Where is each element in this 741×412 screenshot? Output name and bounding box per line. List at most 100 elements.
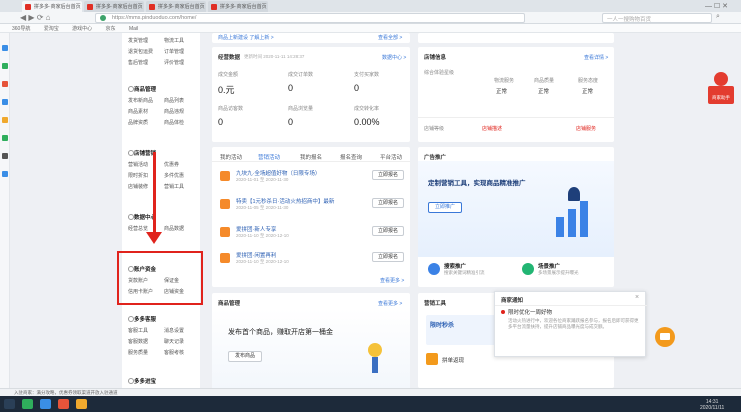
stat-label: 支付买家数 <box>354 72 380 78</box>
close-icon[interactable]: × <box>635 294 639 301</box>
nav-item[interactable]: 限时折扣 <box>128 172 164 179</box>
nav-item[interactable]: 营销活动 <box>128 161 164 168</box>
bookmark-item[interactable]: 京东 <box>106 25 116 32</box>
taskbar-app-icon[interactable] <box>22 399 33 409</box>
sidebar-app-icon[interactable] <box>2 171 8 177</box>
sidebar-app-icon[interactable] <box>2 135 8 141</box>
nav-item[interactable]: 经营总览 <box>128 225 164 232</box>
tab-label: 拼多多·商家后台首页 <box>96 4 143 10</box>
popup-title: 商家通知 <box>501 298 524 304</box>
update-time: 更新时间 2020-11-11 14:28:37 <box>244 54 305 59</box>
ad-item-name[interactable]: 搜索推广 <box>444 262 466 270</box>
nav-item[interactable]: 优惠券 <box>164 161 200 168</box>
nav-item[interactable]: 客服数据 <box>128 338 164 345</box>
tab-bar: 拼多多·商家后台首页 拼多多·商家后台首页 拼多多·商家后台首页 拼多多·商家后… <box>0 0 741 12</box>
nav-item[interactable]: 订单管理 <box>164 48 200 55</box>
nav-item[interactable]: 商品数据 <box>164 225 200 232</box>
sidebar-app-icon[interactable] <box>2 99 8 105</box>
start-icon[interactable] <box>4 399 15 409</box>
chat-icon[interactable] <box>655 327 675 347</box>
stat-label: 成交金额 <box>218 72 239 78</box>
nav-item[interactable]: 品牌资质 <box>128 119 164 126</box>
nav-item[interactable]: 商品违规 <box>164 108 200 115</box>
browser-tab[interactable]: 拼多多·商家后台首页 <box>208 1 268 12</box>
stat-value: 0.00% <box>354 117 380 127</box>
panel-title: 营销工具 <box>424 301 447 307</box>
signup-button[interactable]: 立即报名 <box>372 170 404 180</box>
popup-body: 活动火热进行中，欢迎各位商家踊跃报名参与，报名后即可获得更多平台流量扶持，提升店… <box>508 318 639 329</box>
divider <box>495 305 647 306</box>
taskbar-app-icon[interactable] <box>76 399 87 409</box>
tab-my-activities[interactable]: 我的活动 <box>220 153 242 161</box>
bookmark-item[interactable]: 爱淘宝 <box>44 25 59 32</box>
nav-item[interactable]: 商品素材 <box>128 108 164 115</box>
bookmark-item[interactable]: Mail <box>129 26 138 32</box>
notice-link[interactable]: 商品上新建设 了解上新 > <box>218 34 274 41</box>
bookmarks-bar: 360导航 爱淘宝 游戏中心 京东 Mail <box>0 24 741 33</box>
promote-now-button[interactable]: 立即推广 <box>428 202 462 213</box>
sidebar-app-icon[interactable] <box>2 117 8 123</box>
browser-tab[interactable]: 拼多多·商家后台首页 <box>84 1 144 12</box>
signup-button[interactable]: 立即报名 <box>372 198 404 208</box>
nav-item[interactable]: 发布新商品 <box>128 97 164 104</box>
system-clock[interactable]: 14:31 2020/11/11 <box>700 399 724 411</box>
nav-item[interactable]: 退货包运费 <box>128 48 164 55</box>
activity-title[interactable]: 爱拼团·新人专享 <box>236 225 276 233</box>
nav-item[interactable]: 消息设置 <box>164 327 200 334</box>
browser-tab[interactable]: 拼多多·商家后台首页 <box>146 1 206 12</box>
nav-item[interactable]: 服务质量 <box>128 349 164 356</box>
nav-item[interactable]: 商品列表 <box>164 97 200 104</box>
taskbar-app-icon[interactable] <box>58 399 69 409</box>
activity-title[interactable]: 特卖【1元秒杀日·活动火热招商中】最新 <box>236 197 334 205</box>
nav-item[interactable]: 客服考核 <box>164 349 200 356</box>
browser-tab[interactable]: 拼多多·商家后台首页 <box>22 1 82 12</box>
ad-item-name[interactable]: 场景推广 <box>538 262 560 270</box>
assistant-avatar-icon[interactable] <box>714 72 728 86</box>
nav-item[interactable]: 评价管理 <box>164 59 200 66</box>
tool-name[interactable]: 限时秒杀 <box>430 320 454 329</box>
nav-item[interactable]: 客服工具 <box>128 327 164 334</box>
signup-button[interactable]: 立即报名 <box>372 226 404 236</box>
nav-item[interactable]: 售后管理 <box>128 59 164 66</box>
sidebar-app-icon[interactable] <box>2 45 8 51</box>
activity-title[interactable]: 爱拼团·闲置再利 <box>236 251 276 259</box>
tab-my-signups[interactable]: 我的报名 <box>300 153 322 161</box>
nav-item[interactable]: 营销工具 <box>164 183 200 190</box>
sidebar-app-icon[interactable] <box>2 63 8 69</box>
ads-panel: 广告推广 定制营销工具，实现商品精准推广 立即推广 搜索推广 搜索关键词精准引流… <box>418 147 614 287</box>
taskbar-app-icon[interactable] <box>40 399 51 409</box>
sidebar-app-icon[interactable] <box>2 81 8 87</box>
activities-more-link[interactable]: 查看更多 > <box>380 277 404 284</box>
divider <box>212 161 410 162</box>
notice-more-link[interactable]: 查看全部 > <box>378 34 402 41</box>
search-icon[interactable]: ⌕ <box>716 13 720 21</box>
popup-item-title[interactable]: 限时优化一周好物 <box>508 308 552 316</box>
nav-item[interactable]: 物流工具 <box>164 37 200 44</box>
bookmark-item[interactable]: 游戏中心 <box>72 25 92 32</box>
nav-item[interactable]: 店铺装修 <box>128 183 164 190</box>
goods-more-link[interactable]: 查看更多 > <box>378 300 402 307</box>
window-controls[interactable]: — ☐ ✕ <box>705 2 728 10</box>
tab-signup-query[interactable]: 报名查询 <box>340 153 362 161</box>
panel-title: 店铺信息 <box>424 55 447 61</box>
tab-platform[interactable]: 平台活动 <box>380 153 402 161</box>
nav-item[interactable]: 多件优惠 <box>164 172 200 179</box>
browser-search-input[interactable]: 一人一搜购物百货 <box>602 13 712 23</box>
publish-goods-button[interactable]: 发布商品 <box>228 351 262 362</box>
tab-marketing[interactable]: 营销活动 <box>258 153 280 161</box>
nav-arrows-icon[interactable]: ◀ ▶ ⟳ ⌂ <box>20 13 51 22</box>
nav-item[interactable]: 聊天记录 <box>164 338 200 345</box>
url-input[interactable]: https://mms.pinduoduo.com/home/ <box>95 13 525 23</box>
sidebar-app-icon[interactable] <box>2 153 8 159</box>
data-center-link[interactable]: 数据中心 > <box>382 54 406 61</box>
browser-sidebar <box>0 33 10 388</box>
merchant-assistant-button[interactable]: 商家助手 <box>708 86 734 104</box>
tool-name[interactable]: 拼单返现 <box>442 356 464 364</box>
bookmark-item[interactable]: 360导航 <box>12 25 30 32</box>
shop-info-link[interactable]: 查看详情 > <box>584 54 608 61</box>
nav-item[interactable]: 商品体检 <box>164 119 200 126</box>
nav-item[interactable]: 发货管理 <box>128 37 164 44</box>
activity-title[interactable]: 九块九·全场超值好物（日限专场） <box>236 169 320 177</box>
goods-figure-graphic <box>368 343 382 357</box>
signup-button[interactable]: 立即报名 <box>372 252 404 262</box>
